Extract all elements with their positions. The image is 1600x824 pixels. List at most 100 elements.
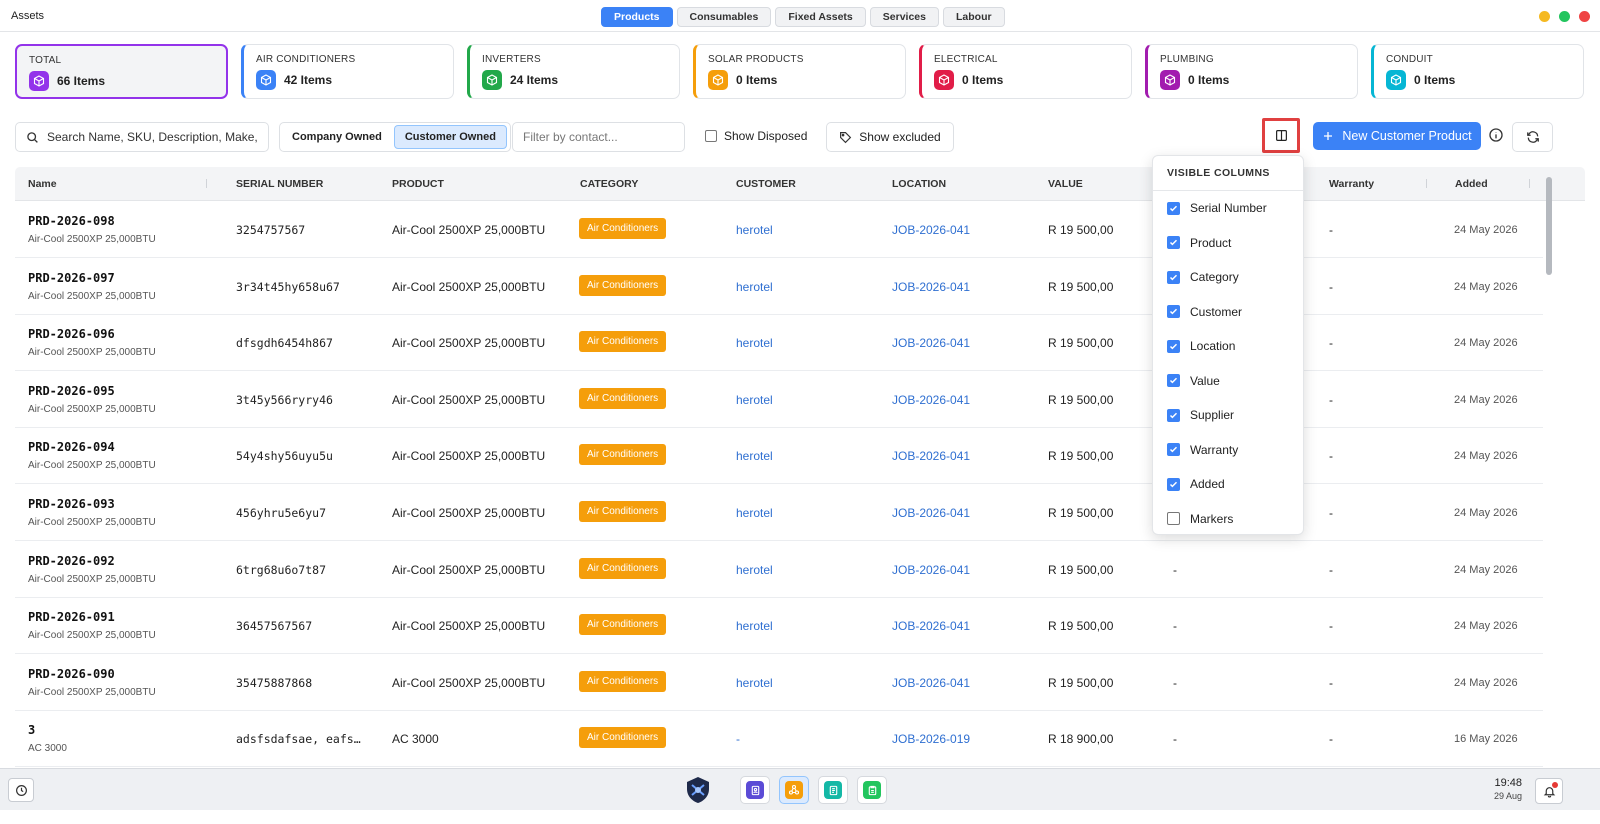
card-total[interactable]: TOTAL 66 Items [15, 44, 228, 99]
location-link[interactable]: JOB-2026-041 [892, 223, 970, 237]
card-air-conditioners[interactable]: AIR CONDITIONERS 42 Items [241, 44, 454, 99]
customer-link[interactable]: herotel [736, 280, 773, 294]
customer-link[interactable]: herotel [736, 676, 773, 690]
card-inverters[interactable]: INVERTERS 24 Items [467, 44, 680, 99]
column-option-checkbox[interactable] [1167, 374, 1180, 387]
taskbar-app-contacts[interactable] [740, 776, 770, 804]
taskbar-app-clipboard[interactable] [857, 776, 887, 804]
table-row[interactable]: PRD-2026-095 Air-Cool 2500XP 25,000BTU 3t4… [15, 372, 1543, 428]
search-input[interactable] [47, 130, 257, 144]
column-header-warranty[interactable]: Warranty [1329, 178, 1374, 190]
location-link[interactable]: JOB-2026-041 [892, 449, 970, 463]
maximize-button[interactable] [1559, 11, 1570, 22]
customer-link[interactable]: herotel [736, 223, 773, 237]
column-header-value[interactable]: VALUE [1048, 178, 1083, 190]
tab-services[interactable]: Services [869, 7, 939, 27]
column-header-name[interactable]: Name [28, 178, 57, 190]
column-header-category[interactable]: CATEGORY [580, 178, 638, 190]
column-option-checkbox[interactable] [1167, 443, 1180, 456]
show-excluded-button[interactable]: Show excluded [826, 122, 954, 152]
tab-consumables[interactable]: Consumables [676, 7, 772, 27]
column-option-warranty[interactable]: Warranty [1167, 443, 1238, 457]
contact-filter-input[interactable] [512, 122, 685, 152]
location-link[interactable]: JOB-2026-041 [892, 393, 970, 407]
scrollbar-thumb[interactable] [1546, 177, 1552, 275]
taskbar-app-network[interactable] [779, 776, 809, 804]
column-header-product[interactable]: PRODUCT [392, 178, 444, 190]
column-option-added[interactable]: Added [1167, 477, 1225, 491]
column-resizer[interactable] [206, 179, 207, 188]
column-header-location[interactable]: LOCATION [892, 178, 946, 190]
taskbar-app-documents[interactable] [818, 776, 848, 804]
notifications-button[interactable] [1535, 778, 1563, 804]
column-option-checkbox[interactable] [1167, 408, 1180, 422]
card-plumbing[interactable]: PLUMBING 0 Items [1145, 44, 1358, 99]
table-row[interactable]: PRD-2026-091 Air-Cool 2500XP 25,000BTU 364… [15, 598, 1543, 655]
card-solar-products[interactable]: SOLAR PRODUCTS 0 Items [693, 44, 906, 99]
table-row[interactable]: PRD-2026-093 Air-Cool 2500XP 25,000BTU 456… [15, 485, 1543, 541]
refresh-button[interactable] [1512, 122, 1553, 152]
search-icon [27, 131, 38, 143]
category-cards: TOTAL 66 Items AIR CONDITIONERS 42 Items… [15, 44, 1584, 99]
table-row[interactable]: PRD-2026-090 Air-Cool 2500XP 25,000BTU 354… [15, 655, 1543, 711]
column-option-checkbox[interactable] [1167, 512, 1180, 525]
card-conduit[interactable]: CONDUIT 0 Items [1371, 44, 1584, 99]
column-option-value[interactable]: Value [1167, 374, 1220, 388]
minimize-button[interactable] [1539, 11, 1550, 22]
table-row[interactable]: PRD-2026-094 Air-Cool 2500XP 25,000BTU 54y… [15, 428, 1543, 485]
column-option-location[interactable]: Location [1167, 339, 1235, 353]
table-row[interactable]: PRD-2026-096 Air-Cool 2500XP 25,000BTU dfs… [15, 315, 1543, 372]
column-option-checkbox[interactable] [1167, 270, 1180, 284]
tab-labour[interactable]: Labour [942, 7, 1005, 27]
table-row[interactable]: PRD-2026-092 Air-Cool 2500XP 25,000BTU 6tr… [15, 542, 1543, 598]
location-link[interactable]: JOB-2026-041 [892, 336, 970, 350]
close-button[interactable] [1579, 11, 1590, 22]
column-option-checkbox[interactable] [1167, 201, 1180, 215]
show-disposed-checkbox[interactable] [705, 130, 717, 142]
columns-toggle-button[interactable] [1262, 118, 1300, 153]
column-header-serial-number[interactable]: SERIAL NUMBER [236, 178, 323, 190]
customer-link[interactable]: herotel [736, 336, 773, 350]
customer-link[interactable]: herotel [736, 619, 773, 633]
column-option-supplier[interactable]: Supplier [1167, 408, 1234, 422]
customer-link[interactable]: herotel [736, 506, 773, 520]
supplier: - [1173, 675, 1177, 690]
new-customer-product-button[interactable]: New Customer Product [1313, 122, 1481, 150]
column-header-added[interactable]: Added [1455, 178, 1488, 190]
table-row[interactable]: PRD-2026-097 Air-Cool 2500XP 25,000BTU 3r3… [15, 259, 1543, 315]
company-owned-button[interactable]: Company Owned [282, 125, 392, 149]
column-option-product[interactable]: Product [1167, 236, 1231, 250]
column-option-checkbox[interactable] [1167, 477, 1180, 491]
column-resizer[interactable] [1529, 179, 1530, 188]
history-button[interactable] [8, 778, 34, 802]
column-option-checkbox[interactable] [1167, 305, 1180, 318]
column-option-checkbox[interactable] [1167, 339, 1180, 353]
column-option-customer[interactable]: Customer [1167, 305, 1242, 319]
location-link[interactable]: JOB-2026-019 [892, 732, 970, 746]
location-link[interactable]: JOB-2026-041 [892, 619, 970, 633]
column-resizer[interactable] [1426, 179, 1427, 188]
location-link[interactable]: JOB-2026-041 [892, 506, 970, 520]
customer-link[interactable]: herotel [736, 449, 773, 463]
column-option-markers[interactable]: Markers [1167, 512, 1233, 526]
column-option-checkbox[interactable] [1167, 236, 1180, 249]
tab-fixed-assets[interactable]: Fixed Assets [775, 7, 866, 27]
customer-link[interactable]: herotel [736, 563, 773, 577]
location-link[interactable]: JOB-2026-041 [892, 563, 970, 577]
table-scrollbar[interactable] [1546, 175, 1552, 759]
table-row[interactable]: 3 AC 3000 adsfsdafsae, eafs… AC 3000 Air Con… [15, 711, 1543, 767]
customer-link[interactable]: herotel [736, 393, 773, 407]
card-electrical[interactable]: ELECTRICAL 0 Items [919, 44, 1132, 99]
location-link[interactable]: JOB-2026-041 [892, 280, 970, 294]
column-option-serial-number[interactable]: Serial Number [1167, 201, 1267, 215]
tab-products[interactable]: Products [601, 7, 673, 27]
column-option-category[interactable]: Category [1167, 270, 1239, 284]
customer-link[interactable]: - [736, 732, 740, 746]
location-link[interactable]: JOB-2026-041 [892, 676, 970, 690]
table-row[interactable]: PRD-2026-098 Air-Cool 2500XP 25,000BTU 325… [15, 202, 1543, 258]
info-button[interactable] [1488, 127, 1504, 146]
column-header-customer[interactable]: CUSTOMER [736, 178, 796, 190]
customer-owned-button[interactable]: Customer Owned [393, 125, 507, 149]
app-logo[interactable] [685, 776, 711, 807]
show-disposed-toggle[interactable]: Show Disposed [705, 129, 807, 143]
